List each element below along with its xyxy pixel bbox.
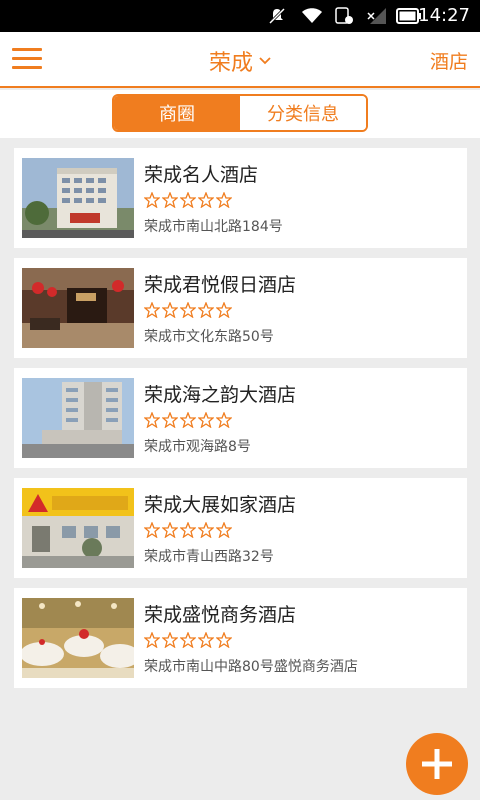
star-empty-icon (162, 522, 178, 538)
tab-business-district[interactable]: 商圈 (114, 96, 240, 130)
sim-icon (335, 7, 353, 24)
star-empty-icon (216, 522, 232, 538)
hotel-list-item[interactable]: 荣成大展如家酒店 荣成市青山西路32号 (14, 478, 467, 578)
hotel-name: 荣成君悦假日酒店 (144, 274, 297, 296)
star-rating (144, 522, 232, 538)
plus-icon (422, 749, 452, 779)
star-empty-icon (144, 192, 160, 208)
hotel-photo (22, 158, 134, 238)
star-empty-icon (144, 522, 160, 538)
star-empty-icon (180, 632, 196, 648)
star-empty-icon (162, 302, 178, 318)
city-selector[interactable]: 荣成 (209, 45, 271, 77)
status-bar: 14:27 (0, 0, 480, 32)
hotel-list-item[interactable]: 荣成名人酒店 荣成市南山北路184号 (14, 148, 467, 248)
star-empty-icon (144, 302, 160, 318)
hotel-address: 荣成市南山中路80号盛悦商务酒店 (144, 659, 358, 675)
add-button[interactable] (406, 733, 468, 795)
star-empty-icon (162, 192, 178, 208)
tab-category-info[interactable]: 分类信息 (240, 96, 366, 130)
signal-icon (367, 8, 386, 24)
hotel-photo (22, 378, 134, 458)
star-empty-icon (180, 522, 196, 538)
hotel-photo (22, 488, 134, 568)
tab-bar: 商圈 分类信息 (0, 90, 480, 138)
hotel-name: 荣成盛悦商务酒店 (144, 604, 297, 626)
status-time: 14:27 (418, 5, 470, 26)
hotel-address: 荣成市文化东路50号 (144, 329, 274, 345)
star-empty-icon (216, 632, 232, 648)
star-empty-icon (216, 192, 232, 208)
star-empty-icon (198, 522, 214, 538)
star-empty-icon (144, 632, 160, 648)
hotel-photo (22, 268, 134, 348)
star-empty-icon (198, 412, 214, 428)
chevron-down-icon (259, 57, 271, 65)
star-empty-icon (180, 302, 196, 318)
hotel-address: 荣成市南山北路184号 (144, 219, 283, 235)
city-label: 荣成 (208, 51, 253, 76)
mute-icon (268, 7, 286, 25)
star-rating (144, 192, 232, 208)
hotel-name: 荣成大展如家酒店 (144, 494, 297, 516)
hotel-address: 荣成市青山西路32号 (144, 549, 274, 565)
star-empty-icon (216, 302, 232, 318)
hotel-name: 荣成海之韵大酒店 (144, 384, 297, 406)
app-header: 荣成 酒店 (0, 32, 480, 88)
star-empty-icon (198, 302, 214, 318)
star-empty-icon (198, 192, 214, 208)
hotel-list-item[interactable]: 荣成君悦假日酒店 荣成市文化东路50号 (14, 258, 467, 358)
hotel-list: 荣成名人酒店 荣成市南山北路184号 荣成君悦假日酒店 荣成市文化东路50号 荣… (14, 148, 467, 698)
star-empty-icon (180, 412, 196, 428)
wifi-icon (302, 8, 322, 23)
star-empty-icon (180, 192, 196, 208)
hotel-address: 荣成市观海路8号 (144, 439, 251, 455)
star-rating (144, 302, 232, 318)
star-rating (144, 412, 232, 428)
star-empty-icon (216, 412, 232, 428)
hotel-name: 荣成名人酒店 (144, 164, 259, 186)
star-empty-icon (162, 412, 178, 428)
star-empty-icon (198, 632, 214, 648)
star-empty-icon (162, 632, 178, 648)
star-rating (144, 632, 232, 648)
hotel-list-item[interactable]: 荣成盛悦商务酒店 荣成市南山中路80号盛悦商务酒店 (14, 588, 467, 688)
hotel-photo (22, 598, 134, 678)
star-empty-icon (144, 412, 160, 428)
hotel-category-link[interactable]: 酒店 (430, 47, 468, 74)
segmented-control: 商圈 分类信息 (112, 94, 368, 132)
hotel-list-item[interactable]: 荣成海之韵大酒店 荣成市观海路8号 (14, 368, 467, 468)
